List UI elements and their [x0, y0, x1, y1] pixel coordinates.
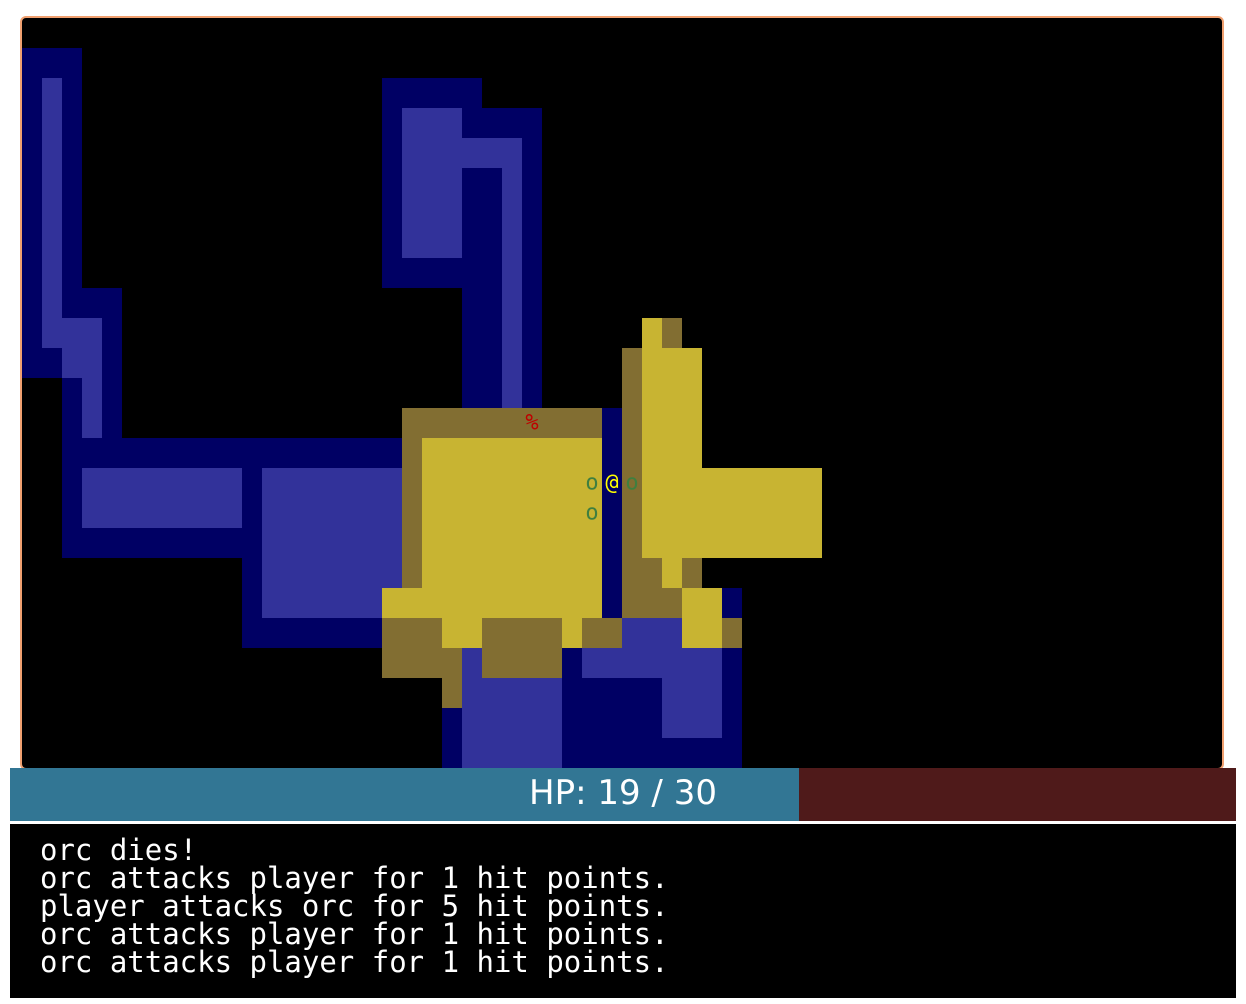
- explored-wall: [722, 588, 742, 768]
- hp-bar: HP: 19 / 30: [10, 768, 1236, 821]
- lit-wall: [722, 618, 742, 648]
- explored-wall: [602, 408, 622, 618]
- message-log: orc dies! orc attacks player for 1 hit po…: [10, 824, 1236, 998]
- message-line: orc dies!: [40, 833, 198, 867]
- message-line: player attacks orc for 5 hit points.: [40, 889, 669, 923]
- explored-floor: [502, 138, 522, 438]
- map-tiles: [22, 48, 822, 768]
- explored-floor: [662, 648, 722, 738]
- game-map[interactable]: % @ o o o: [20, 16, 1224, 770]
- message-line: orc attacks player for 1 hit points.: [40, 861, 669, 895]
- lit-floor: [702, 618, 722, 648]
- player-entity: @: [605, 471, 618, 496]
- hp-label: HP: 19 / 30: [529, 773, 717, 813]
- lit-wall: [442, 648, 462, 708]
- lit-wall: [382, 618, 442, 678]
- lit-floor: [682, 468, 822, 558]
- lit-wall: [622, 558, 662, 588]
- orc-entity: o: [585, 501, 598, 526]
- message-line: orc attacks player for 1 hit points.: [40, 945, 669, 979]
- orc-entity: o: [625, 471, 638, 496]
- explored-floor: [42, 78, 62, 348]
- lit-wall: [482, 618, 562, 678]
- message-line: orc attacks player for 1 hit points.: [40, 917, 669, 951]
- dungeon-map-canvas[interactable]: %@o oo: [22, 18, 1222, 768]
- corpse-entity: %: [525, 411, 538, 436]
- orc-entity: o: [585, 471, 598, 496]
